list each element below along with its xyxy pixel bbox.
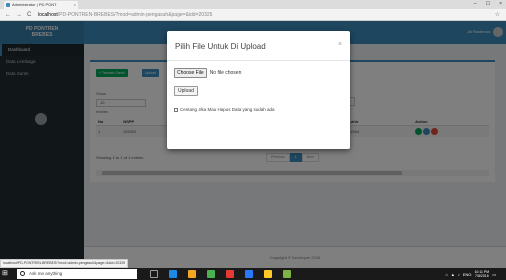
url-host: localhost <box>38 12 58 18</box>
app-icon-green[interactable] <box>283 270 291 278</box>
volume-icon[interactable]: ♪ <box>458 272 460 277</box>
windows-taskbar: ⊞ Ask me anything ⌂ ▲ ♪ ENG 10:11 PM 7/8… <box>0 268 506 280</box>
app-icon-yellow[interactable] <box>264 270 272 278</box>
task-view-icon[interactable] <box>150 270 158 278</box>
tab-close-icon[interactable]: × <box>74 1 76 9</box>
file-status-text: No file chosen <box>209 70 242 76</box>
language-label[interactable]: ENG <box>463 272 472 277</box>
edge-browser-icon[interactable] <box>169 270 177 278</box>
maximize-button[interactable]: ☐ <box>486 0 490 9</box>
status-bar-url: localhost/PD-PONTREN-BREBES/?mod=admin-p… <box>0 259 129 268</box>
browser-tab[interactable]: Administrator | PD PONT × <box>4 1 78 9</box>
tab-title: Administrator | PD PONT <box>12 2 57 7</box>
replace-data-label[interactable]: Centang Jika Mau Hapus Data yang sudah a… <box>180 107 275 112</box>
nav-buttons: ← → C <box>5 11 31 19</box>
clock[interactable]: 10:11 PM 7/8/2016 <box>474 270 489 279</box>
minimize-button[interactable]: – <box>474 0 477 9</box>
cortana-circle-icon <box>20 271 25 276</box>
upload-modal: Pilih File Untuk Di Upload × Choose File… <box>167 31 350 149</box>
url-path: /PD-PONTREN-BREBES/?mod=admin-pengasuh&p… <box>57 12 213 18</box>
replace-data-checkbox[interactable] <box>174 107 178 112</box>
taskbar-apps <box>150 270 291 278</box>
address-bar: ← → C localhost/PD-PONTREN-BREBES/?mod=a… <box>0 9 506 21</box>
people-icon[interactable]: ⌂ <box>445 272 447 277</box>
window-controls: – ☐ × <box>474 0 502 9</box>
url-field[interactable]: localhost/PD-PONTREN-BREBES/?mod=admin-p… <box>38 11 438 19</box>
back-icon[interactable]: ← <box>5 11 11 19</box>
cortana-search[interactable]: Ask me anything <box>17 269 137 279</box>
system-tray: ⌂ ▲ ♪ ENG 10:11 PM 7/8/2016 ▭ <box>445 268 496 280</box>
start-windows-icon[interactable]: ⊞ <box>2 270 10 278</box>
close-window-button[interactable]: × <box>499 0 502 9</box>
upload-button[interactable]: Upload <box>174 86 198 96</box>
favicon-icon <box>6 3 10 7</box>
modal-header: Pilih File Untuk Di Upload × <box>167 31 350 61</box>
modal-title: Pilih File Untuk Di Upload <box>175 42 266 51</box>
choose-file-button[interactable]: Choose File <box>174 68 207 78</box>
modal-close-icon[interactable]: × <box>338 41 342 48</box>
clock-date: 7/8/2016 <box>475 274 489 278</box>
network-icon[interactable]: ▲ <box>451 272 455 277</box>
store-icon[interactable] <box>207 270 215 278</box>
file-explorer-icon[interactable] <box>188 270 196 278</box>
browser-tab-bar: Administrator | PD PONT × – ☐ × <box>0 0 506 9</box>
replace-data-row: Centang Jika Mau Hapus Data yang sudah a… <box>174 107 275 112</box>
app-icon-blue[interactable] <box>245 270 253 278</box>
bookmark-star-icon[interactable]: ☆ <box>495 11 500 19</box>
app-icon-red[interactable] <box>226 270 234 278</box>
cortana-search-placeholder: Ask me anything <box>29 271 63 276</box>
file-input-row: Choose File No file chosen <box>174 68 241 78</box>
forward-icon[interactable]: → <box>16 11 22 19</box>
reload-icon[interactable]: C <box>27 11 31 19</box>
notifications-icon[interactable]: ▭ <box>492 272 496 277</box>
